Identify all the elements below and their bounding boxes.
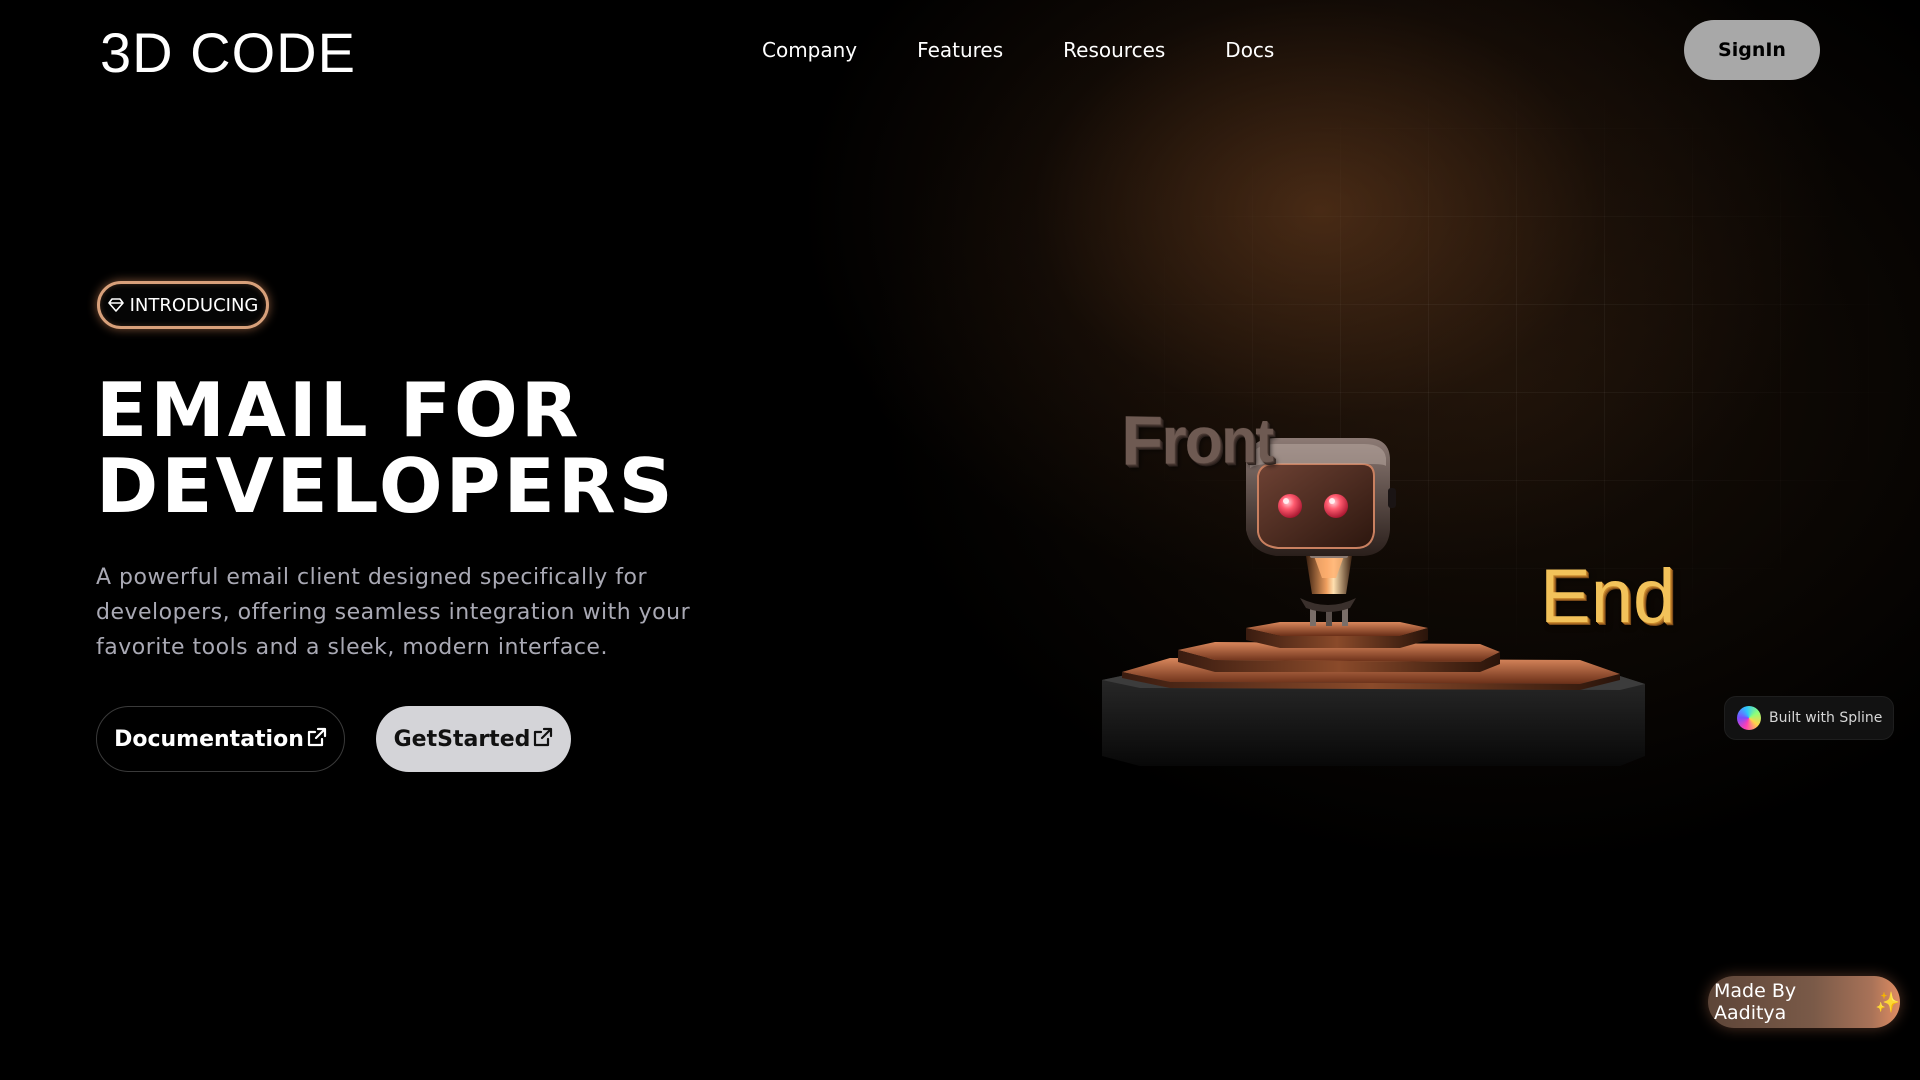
scene-word-front: Front: [1120, 400, 1273, 480]
get-started-label: GetStarted: [393, 726, 531, 752]
documentation-label: Documentation: [114, 726, 304, 752]
badge-label: INTRODUCING: [129, 294, 259, 316]
main-nav: Company Features Resources Docs: [762, 38, 1334, 62]
page: 3D CODE Company Features Resources Docs …: [0, 0, 1920, 1080]
made-by-label: Made By Aaditya: [1714, 980, 1797, 1024]
hero-title: EMAIL FOR DEVELOPERS: [96, 372, 676, 524]
scene-word-end: End: [1540, 554, 1676, 639]
made-by-badge[interactable]: Made By Aaditya ✨: [1708, 976, 1900, 1028]
nav-docs[interactable]: Docs: [1225, 38, 1274, 62]
hero-description: A powerful email client designed specifi…: [96, 565, 691, 660]
documentation-button[interactable]: Documentation: [96, 706, 345, 772]
hero-title-line2: DEVELOPERS: [96, 442, 676, 530]
external-link-icon: [307, 727, 326, 747]
nav-company[interactable]: Company: [762, 38, 857, 62]
spline-logo-icon: [1737, 706, 1761, 730]
nav-features[interactable]: Features: [917, 38, 1003, 62]
signin-button[interactable]: SignIn: [1684, 20, 1820, 80]
external-link-icon: [534, 727, 553, 747]
get-started-button[interactable]: GetStarted: [376, 706, 571, 772]
spline-badge-label: Built with Spline: [1769, 710, 1883, 726]
nav-resources[interactable]: Resources: [1063, 38, 1165, 62]
introducing-badge[interactable]: INTRODUCING: [97, 281, 269, 329]
sparkle-icon: ✨: [1875, 990, 1900, 1014]
hero-title-line1: EMAIL FOR: [96, 366, 582, 454]
gem-icon: [107, 298, 124, 312]
built-with-spline-badge[interactable]: Built with Spline: [1724, 696, 1894, 740]
logo[interactable]: 3D CODE: [100, 20, 356, 85]
